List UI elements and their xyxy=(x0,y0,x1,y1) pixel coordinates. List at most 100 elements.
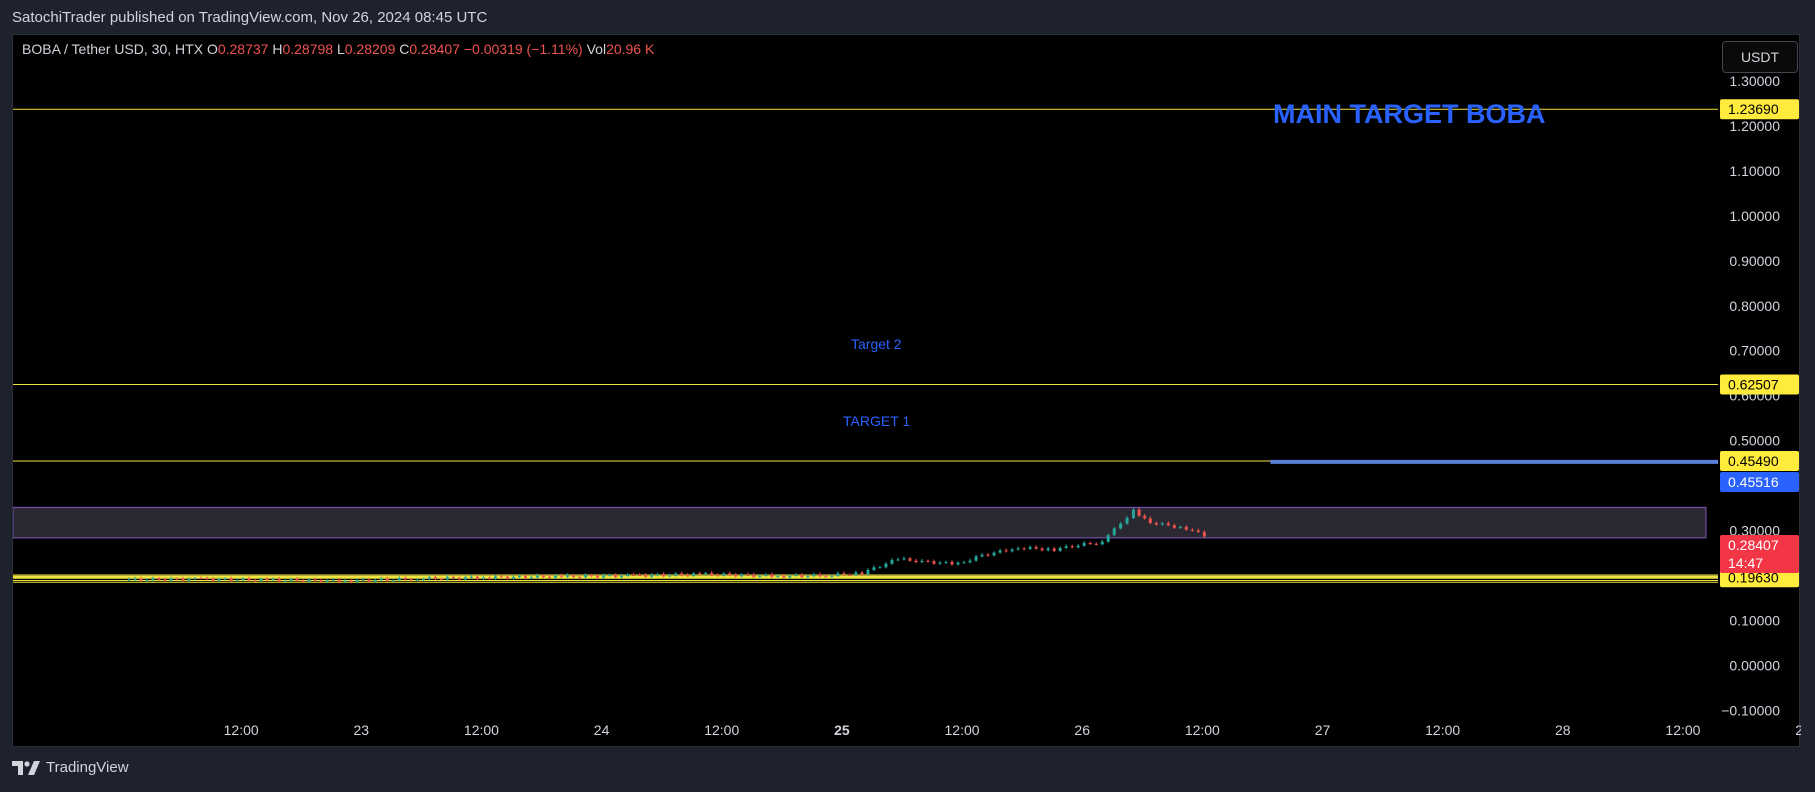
candle-body xyxy=(788,575,792,578)
candle-body xyxy=(998,550,1002,553)
candle-body xyxy=(325,580,329,583)
candle-body xyxy=(686,575,690,577)
candle-body xyxy=(145,580,149,582)
candle-body xyxy=(379,578,383,581)
level-price-label: 1.23690 xyxy=(1728,101,1779,117)
candle-body xyxy=(1160,523,1164,525)
candle-body xyxy=(722,573,726,576)
time-axis-tick: 24 xyxy=(594,722,610,738)
range-zone[interactable] xyxy=(13,506,1707,539)
target2-annotation[interactable]: Target 2 xyxy=(851,336,902,352)
candle-body xyxy=(902,558,906,560)
candle-body xyxy=(650,574,654,577)
candle-body xyxy=(680,573,684,576)
candle-body xyxy=(409,579,413,581)
candle-body xyxy=(758,575,762,577)
candle-body xyxy=(806,576,810,578)
candle-body xyxy=(439,578,443,580)
candle-body xyxy=(133,578,137,580)
candle-body xyxy=(169,578,173,581)
candle-body xyxy=(1034,547,1038,549)
candle-body xyxy=(259,578,263,581)
candle-body xyxy=(283,580,287,582)
candle-body xyxy=(662,574,666,577)
candle-body xyxy=(548,577,552,579)
candle-body xyxy=(1154,523,1158,525)
price-axis-tick: 1.30000 xyxy=(1729,73,1780,89)
time-axis-tick: 12:00 xyxy=(224,722,259,738)
candle-body xyxy=(481,577,485,579)
candle-body xyxy=(1184,526,1188,530)
candle-body xyxy=(1196,530,1200,532)
candle-body xyxy=(1010,549,1014,552)
candle-body xyxy=(620,575,624,578)
candle-body xyxy=(355,579,359,583)
time-axis-tick: 26 xyxy=(1074,722,1090,738)
trend-price-label: 0.45516 xyxy=(1728,474,1779,490)
candle-body xyxy=(734,574,738,577)
ohlc-legend: BOBA / Tether USD, 30, HTX O0.28737 H0.2… xyxy=(22,41,655,57)
candle-body xyxy=(614,575,618,578)
candle-body xyxy=(1088,543,1092,545)
candle-body xyxy=(223,578,227,580)
legend-value: C xyxy=(399,41,409,57)
candle-body xyxy=(764,574,768,576)
time-axis-tick: 28 xyxy=(1555,722,1571,738)
candle-body xyxy=(433,577,437,579)
candle-body xyxy=(421,579,425,581)
price-chart[interactable]: MAIN TARGET BOBA Target 2 TARGET 1 BOBA / T… xyxy=(13,35,1801,748)
candle-body xyxy=(1070,546,1074,548)
time-axis-tick: 12:00 xyxy=(1665,722,1700,738)
candle-body xyxy=(301,580,305,582)
candle-body xyxy=(361,579,365,581)
candle-body xyxy=(1058,547,1062,551)
candle-body xyxy=(944,561,948,563)
candle-body xyxy=(584,575,588,578)
candle-body xyxy=(331,579,335,581)
legend-value: BOBA / Tether USD, 30, HTX xyxy=(22,41,207,57)
legend-value: 0.28209 xyxy=(345,41,400,57)
candle-body xyxy=(578,577,582,579)
time-axis-tick: 25 xyxy=(834,722,850,738)
currency-button[interactable]: USDT xyxy=(1722,41,1798,73)
candle-body xyxy=(716,575,720,577)
legend-value: 0.28407 xyxy=(409,41,464,57)
candle-body xyxy=(566,575,570,577)
time-axis-tick: 12:00 xyxy=(1425,722,1460,738)
candle-body xyxy=(812,574,816,577)
candle-body xyxy=(560,575,564,577)
candle-body xyxy=(1143,515,1147,519)
candle-body xyxy=(668,575,672,577)
tradingview-logo[interactable]: TradingView xyxy=(12,759,129,776)
candle-body xyxy=(1022,548,1026,550)
chart-pane[interactable]: MAIN TARGET BOBA Target 2 TARGET 1 BOBA / T… xyxy=(12,34,1801,748)
candle-body xyxy=(1082,543,1086,546)
candle-body xyxy=(313,579,317,581)
main-target-annotation[interactable]: MAIN TARGET BOBA xyxy=(1273,99,1545,129)
candle-body xyxy=(746,574,750,576)
candle-body xyxy=(986,554,990,556)
candle-body xyxy=(884,563,888,568)
candle-body xyxy=(523,575,527,578)
candle-body xyxy=(968,560,972,563)
candle-body xyxy=(415,579,419,581)
candle-body xyxy=(211,579,215,581)
time-axis-tick: 27 xyxy=(1315,722,1331,738)
candle-body xyxy=(770,574,774,577)
legend-value: 0.28737 xyxy=(218,41,273,57)
candle-body xyxy=(1100,541,1104,545)
candle-body xyxy=(295,579,299,581)
candle-body xyxy=(217,578,221,581)
candle-body xyxy=(866,569,870,575)
candle-body xyxy=(307,579,311,582)
candle-body xyxy=(596,576,600,578)
candle-body xyxy=(1112,528,1116,536)
candle-body xyxy=(337,579,341,583)
candle-body xyxy=(740,574,744,577)
candle-body xyxy=(493,576,497,579)
legend-value: L xyxy=(337,41,345,57)
candle-body xyxy=(782,575,786,578)
target1-annotation[interactable]: TARGET 1 xyxy=(843,413,910,429)
candle-body xyxy=(205,578,209,580)
candle-body xyxy=(920,560,924,563)
